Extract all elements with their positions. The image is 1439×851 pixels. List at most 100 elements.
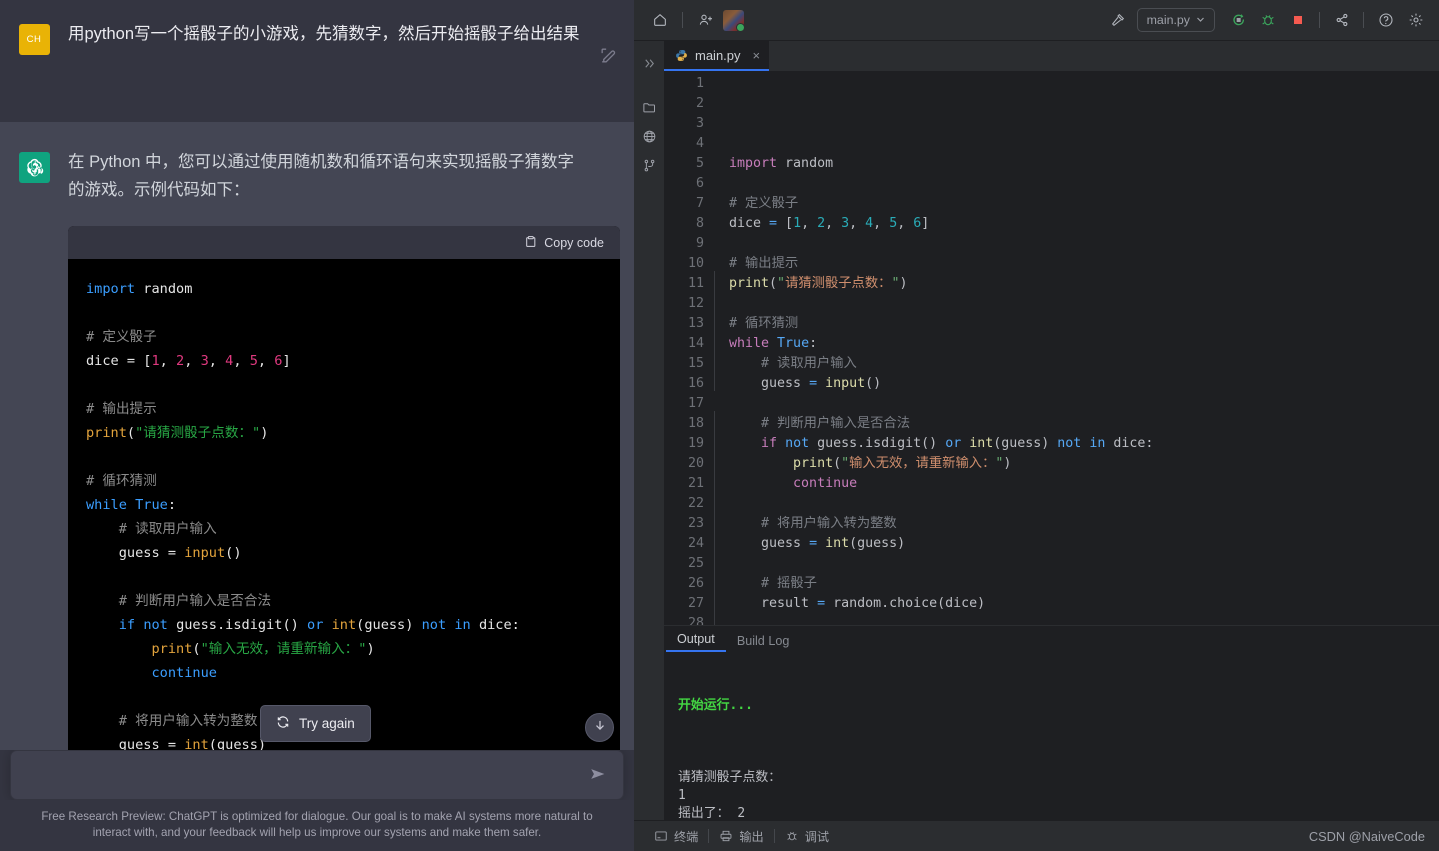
code-line: # 定义骰子 bbox=[86, 325, 602, 349]
run-icon[interactable] bbox=[1224, 7, 1251, 34]
toolbar-divider bbox=[682, 12, 683, 28]
code-token: guess.isdigit() bbox=[176, 617, 308, 633]
toolbar-right-group: main.py bbox=[1105, 7, 1429, 34]
code-token: while bbox=[729, 336, 778, 351]
line-number: 26 bbox=[687, 576, 704, 591]
edit-icon[interactable] bbox=[599, 46, 618, 65]
code-token: guess.isdigit() bbox=[817, 436, 946, 451]
app-root: CH 用python写一个摇骰子的小游戏，先猜数字，然后开始摇骰子给出结果 在 … bbox=[0, 0, 1439, 851]
code-token: not bbox=[143, 617, 177, 633]
code-token: # 循环猜测 bbox=[729, 316, 799, 331]
run-configuration-selector[interactable]: main.py bbox=[1136, 8, 1215, 32]
user-message-row: CH 用python写一个摇骰子的小游戏，先猜数字，然后开始摇骰子给出结果 bbox=[0, 0, 634, 122]
editor-code-content[interactable]: import random # 定义骰子 dice = [1, 2, 3, 4, … bbox=[714, 74, 1439, 625]
code-token: = bbox=[809, 376, 826, 391]
arrow-down-icon bbox=[593, 718, 607, 737]
disclaimer-text: Free Research Preview: ChatGPT is optimi… bbox=[0, 800, 634, 851]
tab-main-py[interactable]: main.py × bbox=[664, 41, 770, 71]
code-editor[interactable]: 1 2 3 4 5 6 7 8 9 10 11 12 13 14 15 16 17 18 19 20 21 22 23 24 2… bbox=[664, 71, 1439, 625]
settings-icon[interactable] bbox=[1402, 7, 1429, 34]
debug-icon[interactable] bbox=[1254, 7, 1281, 34]
composer[interactable] bbox=[10, 750, 624, 800]
code-token: not bbox=[785, 436, 818, 451]
code-token: , bbox=[257, 353, 275, 369]
code-token: int bbox=[184, 737, 209, 750]
expand-chevrons-icon[interactable] bbox=[636, 49, 662, 77]
user-avatar[interactable] bbox=[723, 9, 744, 31]
status-output[interactable]: 输出 bbox=[709, 827, 773, 845]
assistant-message-body: 在 Python 中，您可以通过使用随机数和循环语句来实现摇骰子猜数字的游戏。示… bbox=[68, 148, 634, 750]
line-number: 5 bbox=[695, 156, 704, 171]
refresh-icon bbox=[276, 715, 290, 732]
home-icon[interactable] bbox=[646, 7, 673, 34]
debug-icon bbox=[785, 829, 799, 843]
bottom-tab-0[interactable]: Output bbox=[666, 629, 726, 652]
globe-icon[interactable] bbox=[636, 122, 662, 150]
ide-editor-column: main.py × 1 2 3 4 5 6 7 8 9 10 11 12 13 14 15 16 17 18 19 2… bbox=[664, 41, 1439, 820]
code-token: 1 bbox=[793, 216, 802, 231]
terminal-icon bbox=[654, 829, 668, 843]
output-content[interactable]: 开始运行... 请猜测骰子点数：1摇出了： 2很遗憾，猜错了，请重新猜测：3摇出… bbox=[664, 652, 1439, 820]
code-token: (guess) bbox=[208, 737, 267, 750]
send-icon[interactable] bbox=[589, 765, 609, 785]
code-token: guess bbox=[729, 376, 810, 391]
code-token: # 将用户输入转为整数 bbox=[761, 516, 897, 531]
code-token: 5 bbox=[889, 216, 898, 231]
composer-wrapper bbox=[0, 750, 634, 800]
line-number: 10 bbox=[687, 256, 704, 271]
line-number: 18 bbox=[687, 416, 704, 431]
status-output-label: 输出 bbox=[739, 830, 764, 844]
close-icon[interactable]: × bbox=[753, 48, 761, 63]
code-token: continue bbox=[151, 665, 217, 681]
status-debug[interactable]: 调试 bbox=[775, 827, 839, 845]
toolbar-divider-3 bbox=[1363, 12, 1364, 28]
code-token: , bbox=[208, 353, 226, 369]
line-number: 22 bbox=[687, 496, 704, 511]
code-token: 3 bbox=[841, 216, 850, 231]
code-token: 4 bbox=[865, 216, 874, 231]
code-line: # 输出提示 bbox=[86, 397, 602, 421]
scroll-to-bottom-button[interactable] bbox=[585, 713, 614, 742]
toolbar-left-group bbox=[646, 7, 744, 34]
user-avatar-column: CH bbox=[0, 20, 68, 122]
code-token: import bbox=[729, 156, 786, 171]
try-again-button[interactable]: Try again bbox=[260, 705, 371, 742]
folder-icon[interactable] bbox=[636, 93, 662, 121]
code-token: 3 bbox=[200, 353, 209, 369]
code-token: if bbox=[118, 617, 144, 633]
hammer-icon[interactable] bbox=[1105, 7, 1132, 34]
code-line: # 循环猜测 bbox=[86, 469, 602, 493]
chat-scroll-area[interactable]: CH 用python写一个摇骰子的小游戏，先猜数字，然后开始摇骰子给出结果 在 … bbox=[0, 0, 634, 750]
code-line: import random bbox=[86, 277, 602, 301]
chat-input[interactable] bbox=[25, 766, 589, 784]
line-number: 21 bbox=[687, 476, 704, 491]
code-line: result = random.choice(dice) bbox=[729, 594, 1439, 614]
code-token: : bbox=[167, 497, 177, 513]
add-user-icon[interactable] bbox=[692, 7, 719, 34]
share-icon[interactable] bbox=[1328, 7, 1355, 34]
git-branch-icon[interactable] bbox=[636, 151, 662, 179]
code-token: 输入无效，请重新输入： bbox=[849, 456, 996, 471]
bottom-tab-1[interactable]: Build Log bbox=[726, 631, 801, 652]
run-config-label: main.py bbox=[1146, 13, 1190, 27]
copy-code-button[interactable]: Copy code bbox=[68, 226, 620, 259]
code-token: input bbox=[184, 545, 226, 561]
code-token: # 判断用户输入是否合法 bbox=[118, 593, 272, 609]
code-token: dice bbox=[86, 353, 127, 369]
stop-icon[interactable] bbox=[1284, 7, 1311, 34]
status-terminal[interactable]: 终端 bbox=[644, 827, 708, 845]
code-token: , bbox=[873, 216, 890, 231]
line-number: 6 bbox=[695, 176, 704, 191]
code-token: dice bbox=[729, 216, 770, 231]
code-token: continue bbox=[793, 476, 858, 491]
code-token: = bbox=[817, 596, 834, 611]
help-icon[interactable] bbox=[1372, 7, 1399, 34]
code-line: # 读取用户输入 bbox=[729, 354, 1439, 374]
